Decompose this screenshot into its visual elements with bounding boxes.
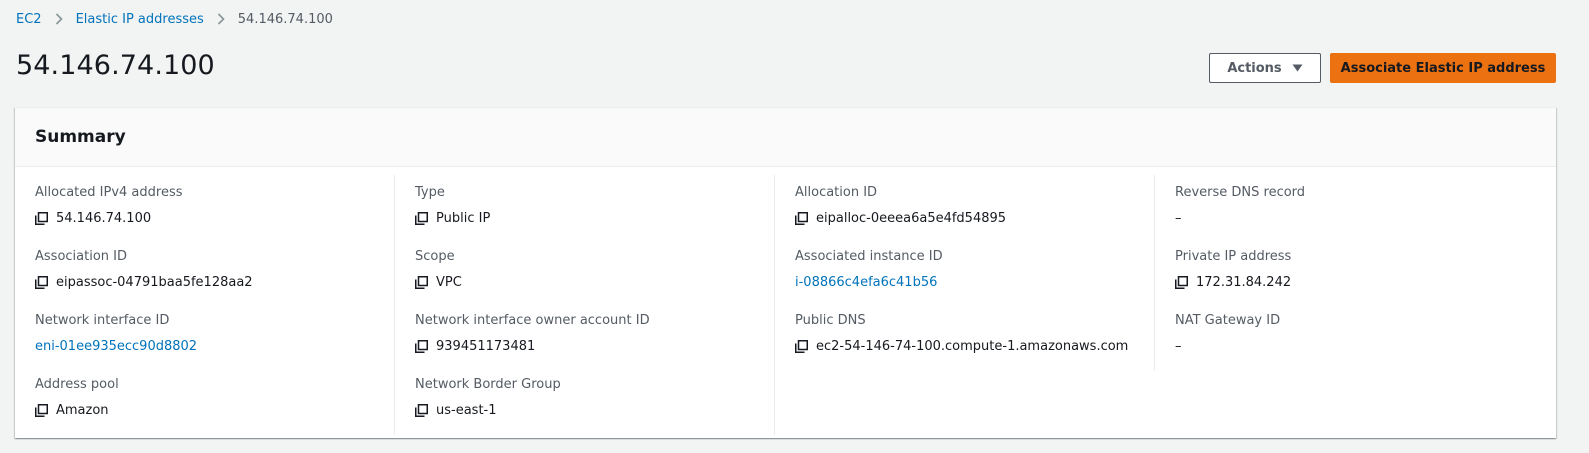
summary-container: Summary Allocated IPv4 address 54.146.74.… <box>15 107 1556 438</box>
field-value-row: ec2-54-146-74-100.compute-1.amazonaws.co… <box>795 337 1155 355</box>
field-value: 54.146.74.100 <box>56 210 152 226</box>
field-value-link[interactable]: i-08866c4efa6c41b56 <box>795 275 937 290</box>
summary-field: Allocation ID eipalloc-0eeea6a5e4fd54895 <box>795 175 1155 239</box>
copy-icon[interactable] <box>415 339 428 353</box>
field-label: Network interface owner account ID <box>415 313 650 328</box>
field-value-row: 939451173481 <box>415 337 775 355</box>
copy-icon[interactable] <box>35 211 48 225</box>
copy-icon[interactable] <box>795 339 808 353</box>
field-label: Scope <box>415 249 455 264</box>
summary-field: Associated instance ID i-08866c4efa6c41b5… <box>795 239 1155 303</box>
field-value: – <box>1175 210 1182 226</box>
page-title: 54.146.74.100 <box>16 50 215 81</box>
breadcrumb-link-ec2[interactable]: EC2 <box>16 12 42 27</box>
summary-column-3: Allocation ID eipalloc-0eeea6a5e4fd54895 A… <box>775 175 1155 427</box>
field-value: eipalloc-0eeea6a5e4fd54895 <box>816 210 1007 226</box>
field-value-row: eipassoc-04791baa5fe128aa2 <box>35 273 395 291</box>
summary-field: Network interface ID eni-01ee935ecc90d880… <box>35 303 395 367</box>
field-value: – <box>1175 338 1182 354</box>
summary-field: Association ID eipassoc-04791baa5fe128aa2 <box>35 239 395 303</box>
field-value: 939451173481 <box>436 338 536 354</box>
field-value: Amazon <box>56 402 109 418</box>
field-value: VPC <box>436 274 462 290</box>
field-value-link[interactable]: eni-01ee935ecc90d8802 <box>35 339 197 354</box>
summary-field: Reverse DNS record – <box>1175 175 1535 239</box>
field-label: NAT Gateway ID <box>1175 313 1281 328</box>
field-value: 172.31.84.242 <box>1196 274 1292 290</box>
breadcrumb: EC2 Elastic IP addresses 54.146.74.100 <box>16 10 333 28</box>
chevron-right-icon <box>210 10 232 28</box>
summary-field: Address pool Amazon <box>35 367 395 431</box>
chevron-right-icon <box>48 10 70 28</box>
caret-down-icon <box>1292 64 1303 72</box>
field-label: Network Border Group <box>415 377 561 392</box>
field-label: Public DNS <box>795 313 866 328</box>
field-label: Allocated IPv4 address <box>35 185 183 200</box>
summary-field: Network Border Group us-east-1 <box>415 367 775 431</box>
summary-field: Allocated IPv4 address 54.146.74.100 <box>35 175 395 239</box>
summary-field: Type Public IP <box>415 175 775 239</box>
field-label: Association ID <box>35 249 127 264</box>
field-value-row: VPC <box>415 273 775 291</box>
copy-icon[interactable] <box>415 403 428 417</box>
actions-button-label: Actions <box>1227 60 1282 76</box>
field-label: Type <box>415 185 445 200</box>
copy-icon[interactable] <box>35 403 48 417</box>
breadcrumb-current: 54.146.74.100 <box>237 11 333 27</box>
summary-column-4: Reverse DNS record – Private IP address 172… <box>1155 175 1535 427</box>
field-value-row: – <box>1175 337 1535 355</box>
field-value-row: us-east-1 <box>415 401 775 419</box>
header-actions: Actions Associate Elastic IP address <box>1209 53 1556 83</box>
field-label: Address pool <box>35 377 119 392</box>
actions-dropdown-button[interactable]: Actions <box>1209 53 1321 83</box>
field-value: eipassoc-04791baa5fe128aa2 <box>56 274 253 290</box>
field-value: us-east-1 <box>436 402 497 418</box>
field-value-row: Public IP <box>415 209 775 227</box>
field-label: Private IP address <box>1175 249 1292 264</box>
summary-header: Summary <box>15 108 1556 167</box>
summary-column-1: Allocated IPv4 address 54.146.74.100 Assoc… <box>15 175 395 435</box>
associate-elastic-ip-button[interactable]: Associate Elastic IP address <box>1330 53 1556 83</box>
copy-icon[interactable] <box>415 211 428 225</box>
summary-field: NAT Gateway ID – <box>1175 303 1535 367</box>
field-value-row: 172.31.84.242 <box>1175 273 1535 291</box>
summary-field: Public DNS ec2-54-146-74-100.compute-1.am… <box>795 303 1155 367</box>
field-label: Associated instance ID <box>795 249 943 264</box>
breadcrumb-link-elastic-ip-addresses[interactable]: Elastic IP addresses <box>76 12 204 27</box>
summary-field: Network interface owner account ID 939451… <box>415 303 775 367</box>
copy-icon[interactable] <box>415 275 428 289</box>
field-value-row: i-08866c4efa6c41b56 <box>795 273 1155 291</box>
field-value-row: Amazon <box>35 401 395 419</box>
field-value-row: eipalloc-0eeea6a5e4fd54895 <box>795 209 1155 227</box>
copy-icon[interactable] <box>35 275 48 289</box>
summary-title: Summary <box>35 127 126 147</box>
field-label: Network interface ID <box>35 313 170 328</box>
field-value: Public IP <box>436 210 491 226</box>
summary-field: Scope VPC <box>415 239 775 303</box>
field-value-row: eni-01ee935ecc90d8802 <box>35 337 395 355</box>
summary-column-2: Type Public IP Scope VPC Network interface o… <box>395 175 775 435</box>
copy-icon[interactable] <box>1175 275 1188 289</box>
field-value: ec2-54-146-74-100.compute-1.amazonaws.co… <box>816 338 1129 354</box>
field-label: Reverse DNS record <box>1175 185 1306 200</box>
field-value-row: – <box>1175 209 1535 227</box>
summary-field: Private IP address 172.31.84.242 <box>1175 239 1535 303</box>
copy-icon[interactable] <box>795 211 808 225</box>
summary-columns: Allocated IPv4 address 54.146.74.100 Assoc… <box>15 167 1556 435</box>
field-label: Allocation ID <box>795 185 878 200</box>
field-value-row: 54.146.74.100 <box>35 209 395 227</box>
